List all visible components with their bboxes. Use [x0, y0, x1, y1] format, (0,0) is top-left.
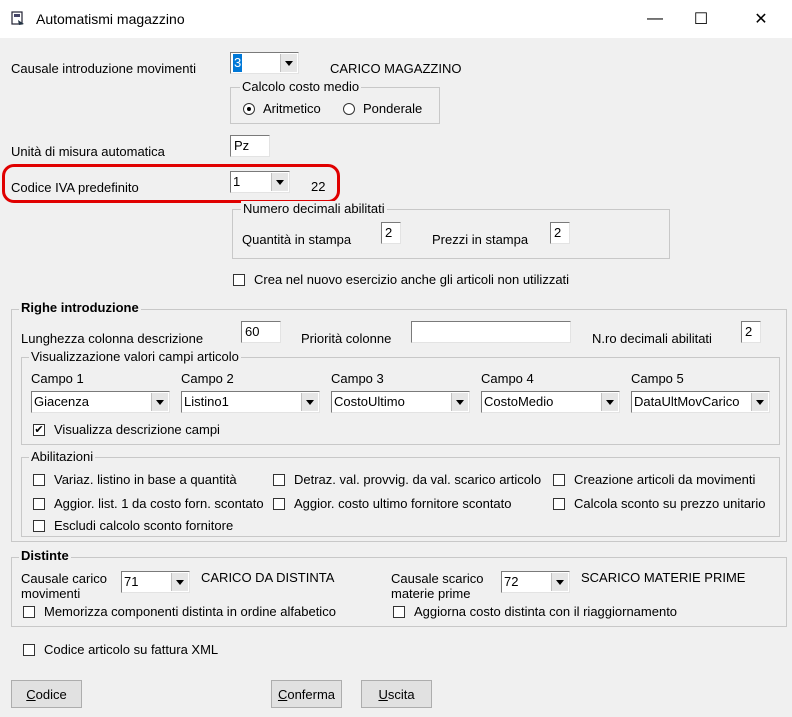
campo5-combo[interactable]: DataUltMovCarico	[631, 391, 770, 413]
radio-ponderale[interactable]	[343, 103, 355, 115]
close-button[interactable]: ✕	[738, 0, 784, 38]
maximize-button[interactable]: ☐	[678, 0, 724, 38]
campo3-label: Campo 3	[331, 371, 384, 386]
visualizza-descrizione-label[interactable]: Visualizza descrizione campi	[54, 422, 220, 437]
righe-title: Righe introduzione	[19, 300, 141, 315]
campo5-value: DataUltMovCarico	[634, 394, 740, 409]
campo2-value: Listino1	[184, 394, 229, 409]
visualizza-descrizione-checkbox[interactable]: ✔	[33, 424, 45, 436]
chevron-down-icon[interactable]	[171, 573, 188, 591]
scarico-label-1: Causale scarico	[391, 571, 484, 586]
app-icon	[10, 11, 26, 30]
window-title: Automatismi magazzino	[36, 11, 185, 27]
nro-decimali-label: N.ro decimali abilitati	[592, 331, 712, 346]
campo4-combo[interactable]: CostoMedio	[481, 391, 620, 413]
campo4-label: Campo 4	[481, 371, 534, 386]
decimali-title: Numero decimali abilitati	[241, 201, 387, 216]
chevron-down-icon[interactable]	[280, 54, 297, 72]
aggior-listino-checkbox[interactable]	[33, 498, 45, 510]
aggior-costo-label[interactable]: Aggior. costo ultimo fornitore scontato	[294, 496, 512, 511]
campo1-combo[interactable]: Giacenza	[31, 391, 170, 413]
carico-value: 71	[124, 574, 139, 589]
codice-accel: C	[26, 686, 36, 702]
prezzi-input[interactable]: 2	[550, 222, 570, 244]
campo3-combo[interactable]: CostoUltimo	[331, 391, 470, 413]
chevron-down-icon[interactable]	[751, 393, 768, 411]
causale-label: Causale introduzione movimenti	[11, 61, 196, 76]
conferma-button[interactable]: Conferma	[271, 680, 342, 708]
aggior-listino-label[interactable]: Aggior. list. 1 da costo forn. scontato	[54, 496, 264, 511]
nuovo-esercizio-label[interactable]: Crea nel nuovo esercizio anche gli artic…	[254, 272, 569, 287]
chevron-down-icon[interactable]	[451, 393, 468, 411]
detraz-provvig-checkbox[interactable]	[273, 474, 285, 486]
prezzi-label: Prezzi in stampa	[432, 232, 529, 247]
abilitazioni-title: Abilitazioni	[29, 449, 96, 464]
chevron-down-icon[interactable]	[301, 393, 318, 411]
aggiorna-costo-label[interactable]: Aggiorna costo distinta con il riaggiorn…	[414, 604, 677, 619]
memorizza-checkbox[interactable]	[23, 606, 35, 618]
codice-xml-checkbox[interactable]	[23, 644, 35, 656]
lunghezza-input[interactable]: 60	[241, 321, 281, 343]
title-bar: Automatismi magazzino — ☐ ✕	[0, 0, 792, 38]
carico-combo[interactable]: 71	[121, 571, 190, 593]
escludi-sconto-label[interactable]: Escludi calcolo sconto fornitore	[54, 518, 233, 533]
uscita-accel: U	[378, 686, 388, 702]
chevron-down-icon[interactable]	[551, 573, 568, 591]
calcola-sconto-checkbox[interactable]	[553, 498, 565, 510]
aggior-costo-checkbox[interactable]	[273, 498, 285, 510]
causale-combo[interactable]: 3	[230, 52, 299, 74]
radio-aritmetico[interactable]	[243, 103, 255, 115]
codice-xml-label[interactable]: Codice articolo su fattura XML	[44, 642, 218, 657]
priorita-input[interactable]	[411, 321, 571, 343]
quantita-label: Quantità in stampa	[242, 232, 352, 247]
calcola-sconto-label[interactable]: Calcola sconto su prezzo unitario	[574, 496, 766, 511]
campo1-label: Campo 1	[31, 371, 84, 386]
costo-medio-title: Calcolo costo medio	[240, 79, 362, 94]
chevron-down-icon[interactable]	[151, 393, 168, 411]
priorita-label: Priorità colonne	[301, 331, 392, 346]
causale-value: 3	[233, 54, 243, 72]
campo2-combo[interactable]: Listino1	[181, 391, 320, 413]
detraz-provvig-label[interactable]: Detraz. val. provvig. da val. scarico ar…	[294, 472, 541, 487]
conferma-accel: C	[277, 686, 288, 702]
carico-desc: CARICO DA DISTINTA	[201, 570, 335, 585]
visualizzazione-title: Visualizzazione valori campi articolo	[29, 349, 241, 364]
unita-misura-input[interactable]: Pz	[230, 135, 270, 157]
highlight-box	[2, 164, 340, 203]
quantita-input[interactable]: 2	[381, 222, 401, 244]
memorizza-label[interactable]: Memorizza componenti distinta in ordine …	[44, 604, 336, 619]
uscita-label: scita	[387, 686, 415, 702]
nuovo-esercizio-checkbox[interactable]	[233, 274, 245, 286]
distinte-title: Distinte	[19, 548, 71, 563]
creazione-articoli-checkbox[interactable]	[553, 474, 565, 486]
uscita-button[interactable]: Uscita	[361, 680, 432, 708]
minimize-button[interactable]: —	[632, 0, 678, 38]
variaz-listino-checkbox[interactable]	[33, 474, 45, 486]
lunghezza-label: Lunghezza colonna descrizione	[21, 331, 204, 346]
campo5-label: Campo 5	[631, 371, 684, 386]
aggiorna-costo-checkbox[interactable]	[393, 606, 405, 618]
carico-label-2: movimenti	[21, 586, 81, 601]
aritmetico-label[interactable]: Aritmetico	[263, 101, 321, 116]
variaz-listino-label[interactable]: Variaz. listino in base a quantità	[54, 472, 237, 487]
unita-misura-label: Unità di misura automatica	[11, 144, 165, 159]
creazione-articoli-label[interactable]: Creazione articoli da movimenti	[574, 472, 755, 487]
codice-button[interactable]: Codice	[11, 680, 82, 708]
campo1-value: Giacenza	[34, 394, 89, 409]
scarico-combo[interactable]: 72	[501, 571, 570, 593]
escludi-sconto-checkbox[interactable]	[33, 520, 45, 532]
nro-decimali-input[interactable]: 2	[741, 321, 761, 343]
conferma-label: onferma	[287, 686, 336, 702]
causale-desc: CARICO MAGAZZINO	[330, 61, 462, 76]
carico-label-1: Causale carico	[21, 571, 107, 586]
scarico-desc: SCARICO MATERIE PRIME	[581, 570, 746, 585]
codice-label: odice	[35, 686, 67, 702]
scarico-label-2: materie prime	[391, 586, 471, 601]
scarico-value: 72	[504, 574, 519, 589]
ponderale-label[interactable]: Ponderale	[363, 101, 422, 116]
campo3-value: CostoUltimo	[334, 394, 405, 409]
chevron-down-icon[interactable]	[601, 393, 618, 411]
campo4-value: CostoMedio	[484, 394, 554, 409]
campo2-label: Campo 2	[181, 371, 234, 386]
